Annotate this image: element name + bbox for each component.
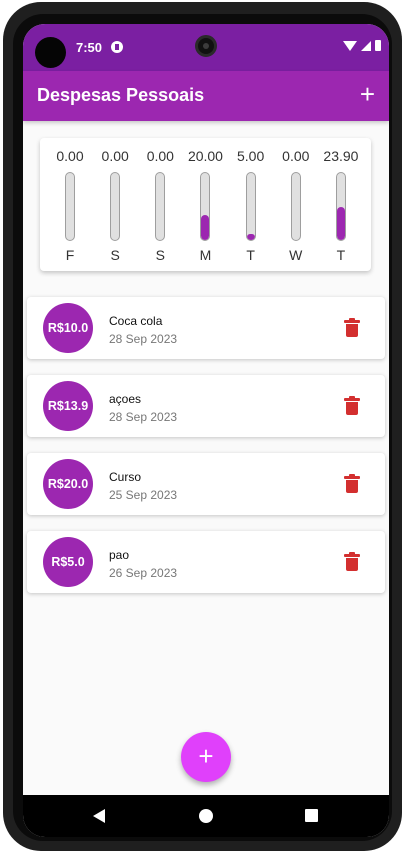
- status-time: 7:50: [76, 40, 103, 55]
- chart-column: 0.00 S: [140, 146, 180, 263]
- chart-column: 5.00 T: [231, 146, 271, 263]
- chart-day-label: S: [155, 247, 165, 263]
- chart-day-label: W: [289, 247, 303, 263]
- chart-day-label: S: [110, 247, 120, 263]
- chart-bar: [336, 207, 345, 240]
- chart-bar-track: [65, 172, 75, 241]
- item-title: Curso: [109, 470, 142, 484]
- app-screen: 7:50 Despesas Pessoais + 0.00 F 0.00 S 0.00 S…: [23, 24, 389, 837]
- chart-column: 0.00 S: [95, 146, 135, 263]
- weekly-chart: 0.00 F 0.00 S 0.00 S 20.00 M 5.00 T 0.00 W 23.90 T: [50, 146, 361, 263]
- chart-column: 23.90 T: [321, 146, 361, 263]
- chart-day-label: F: [65, 247, 75, 263]
- amount-avatar: R$5.0: [43, 537, 93, 587]
- fab-add-button[interactable]: +: [181, 732, 231, 782]
- chart-bar-track: [155, 172, 166, 241]
- plus-icon: +: [359, 79, 375, 109]
- chart-bar-track: [110, 172, 121, 241]
- chart-column: 0.00 F: [50, 146, 90, 263]
- navigation-bar: [23, 795, 389, 837]
- transaction-list[interactable]: R$10.0 Coca cola 28 Sep 2023 R$13.9 açoe…: [27, 297, 385, 609]
- list-item[interactable]: R$10.0 Coca cola 28 Sep 2023: [27, 297, 385, 359]
- chart-value-label: 0.00: [101, 148, 129, 164]
- chart-value-label: 0.00: [146, 148, 174, 164]
- chart-value-label: 5.00: [237, 148, 265, 164]
- delete-button[interactable]: [344, 474, 360, 493]
- item-date: 26 Sep 2023: [109, 566, 178, 580]
- list-item[interactable]: R$13.9 açoes 28 Sep 2023: [27, 375, 385, 437]
- chart-value-label: 0.00: [282, 148, 310, 164]
- list-item[interactable]: R$5.0 pao 26 Sep 2023: [27, 531, 385, 593]
- item-date: 25 Sep 2023: [109, 488, 178, 502]
- home-icon[interactable]: [199, 809, 213, 823]
- item-date: 28 Sep 2023: [109, 332, 178, 346]
- add-expense-button[interactable]: +: [360, 79, 375, 109]
- chart-bar-track: [290, 172, 301, 241]
- camera-lens-icon: [195, 35, 217, 57]
- battery-icon: [375, 40, 381, 51]
- phone-frame: 7:50 Despesas Pessoais + 0.00 F 0.00 S 0.00 S…: [3, 2, 402, 851]
- chart-day-label: T: [246, 247, 255, 263]
- signal-icon: [361, 40, 371, 51]
- item-title: Coca cola: [109, 314, 163, 328]
- chart-bar-track: [245, 172, 256, 241]
- amount-avatar: R$20.0: [43, 459, 93, 509]
- chart-bar: [201, 215, 210, 240]
- chart-value-label: 20.00: [187, 148, 223, 164]
- recent-apps-icon[interactable]: [305, 809, 318, 822]
- chart-column: 0.00 W: [276, 146, 316, 263]
- list-item[interactable]: R$20.0 Curso 25 Sep 2023: [27, 453, 385, 515]
- page-title: Despesas Pessoais: [37, 85, 205, 105]
- chart-bar-track: [335, 172, 346, 241]
- back-icon[interactable]: [93, 809, 105, 823]
- chart-bar: [246, 233, 255, 240]
- chart-day-label: T: [336, 247, 346, 263]
- amount-avatar: R$13.9: [43, 381, 93, 431]
- chart-value-label: 23.90: [323, 148, 359, 164]
- chart-bar-track: [200, 172, 211, 241]
- front-camera-cutout: [35, 37, 66, 68]
- item-title: açoes: [109, 392, 142, 406]
- system-icons: [343, 40, 381, 51]
- status-bar: 7:50: [23, 24, 389, 71]
- delete-button[interactable]: [344, 318, 360, 337]
- chart-column: 20.00 M: [185, 146, 225, 263]
- chart-value-label: 0.00: [56, 148, 84, 164]
- item-date: 28 Sep 2023: [109, 410, 178, 424]
- weekly-chart-card: 0.00 F 0.00 S 0.00 S 20.00 M 5.00 T 0.00 W 23.90 T: [40, 138, 371, 271]
- delete-button[interactable]: [344, 552, 360, 571]
- app-bar: Despesas Pessoais +: [23, 71, 389, 121]
- amount-avatar: R$10.0: [43, 303, 93, 353]
- notification-icon: [111, 41, 123, 53]
- plus-icon: +: [198, 741, 214, 771]
- delete-button[interactable]: [344, 396, 360, 415]
- wifi-icon: [343, 40, 357, 51]
- chart-day-label: M: [199, 247, 212, 263]
- item-title: pao: [109, 548, 130, 562]
